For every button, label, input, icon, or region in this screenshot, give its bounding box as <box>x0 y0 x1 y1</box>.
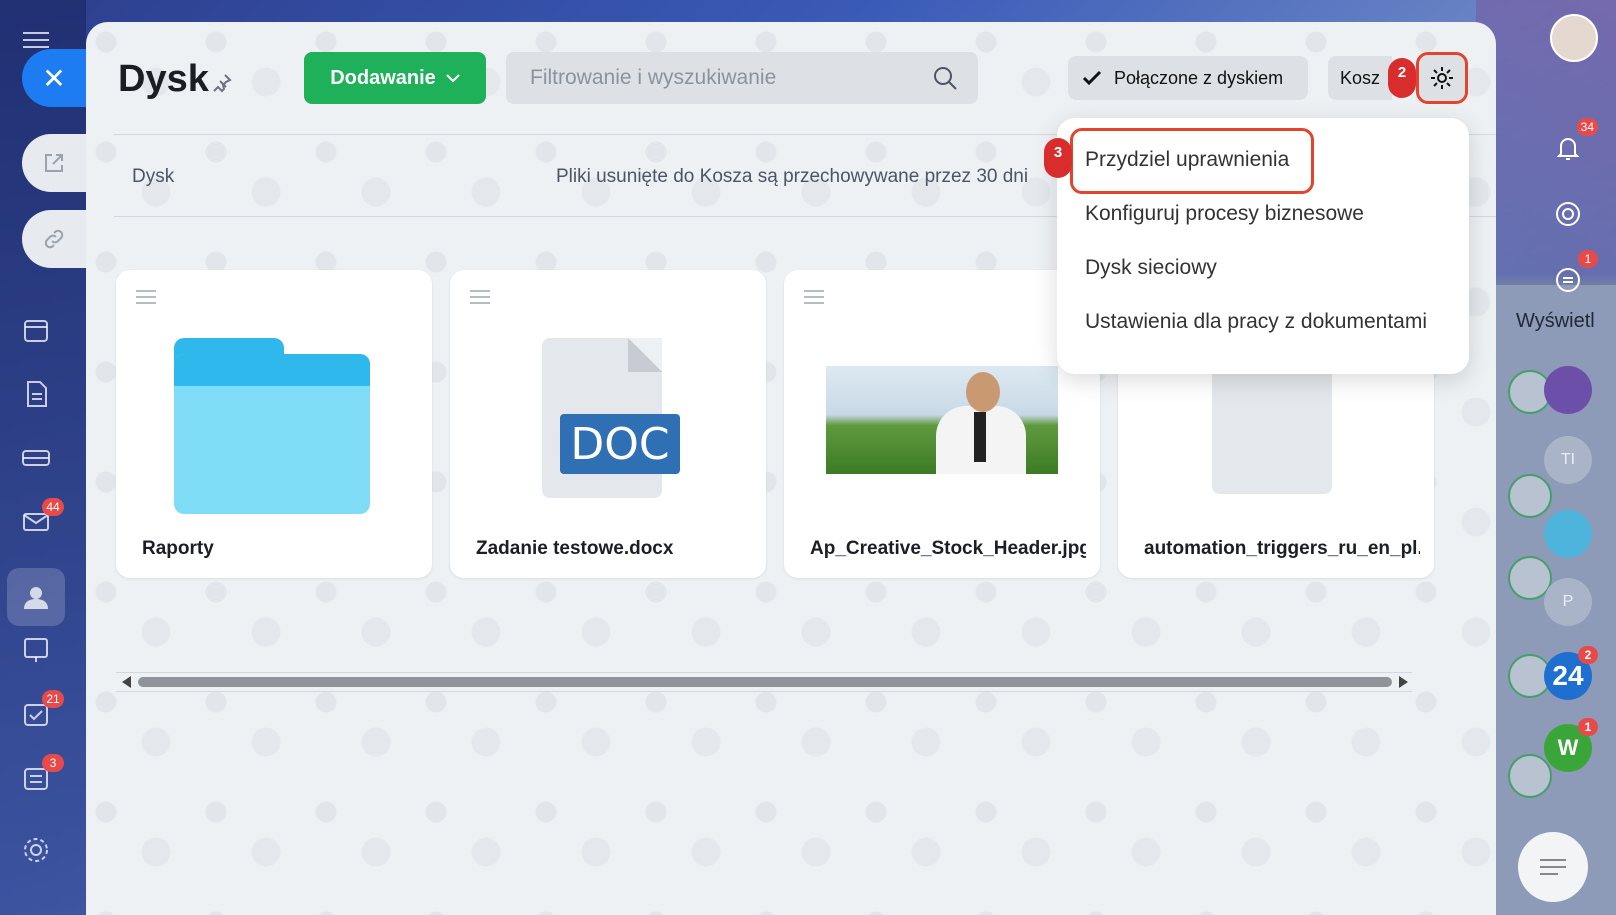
employees-icon[interactable] <box>7 568 65 626</box>
add-button[interactable]: Dodawanie <box>304 52 486 104</box>
calendar-icon[interactable] <box>18 312 54 348</box>
checkmark-icon <box>1082 70 1102 86</box>
step-3-badge: 3 <box>1044 138 1072 178</box>
user-avatar[interactable] <box>1550 14 1598 62</box>
w-badge: 1 <box>1578 718 1598 736</box>
close-slider-button[interactable]: ✕ <box>22 49 86 107</box>
bitrix24-label: 24 <box>1552 660 1584 691</box>
p-initials: P <box>1562 593 1574 610</box>
tasks-badge: 21 <box>42 690 64 708</box>
chat-list-button[interactable] <box>1518 832 1588 902</box>
settings-button[interactable] <box>1416 52 1468 104</box>
page-title: Dysk <box>118 58 209 100</box>
drive-icon[interactable] <box>18 440 54 476</box>
external-link-icon <box>45 154 63 172</box>
bitrix24-badge: 2 <box>1578 646 1598 664</box>
step-2-badge: 2 <box>1388 58 1416 98</box>
bitrix24-icon[interactable]: 24 2 <box>1544 646 1598 700</box>
feed-icon[interactable]: 3 <box>18 754 64 796</box>
right-rail: 34 1 Wyświetl TI P 24 2 W 1 <box>1476 0 1616 915</box>
scroll-left-arrow-icon[interactable] <box>122 676 131 688</box>
w-app-icon[interactable]: W 1 <box>1544 718 1598 772</box>
file-name[interactable]: Zadanie testowe.docx <box>476 538 752 560</box>
document-icon[interactable] <box>18 376 54 412</box>
menu-item-network-drive[interactable]: Dysk sieciowy <box>1085 256 1217 280</box>
contact-avatar[interactable] <box>1508 474 1552 518</box>
search-input[interactable]: Filtrowanie i wyszukiwanie <box>506 52 978 104</box>
drag-handle-icon[interactable] <box>136 290 156 309</box>
horizontal-scrollbar[interactable] <box>116 672 1412 692</box>
file-name[interactable]: Raporty <box>142 538 418 560</box>
scroll-thumb[interactable] <box>138 677 1392 687</box>
copilot-icon[interactable] <box>1544 190 1592 238</box>
file-name[interactable]: automation_triggers_ru_en_pl.... <box>1144 538 1420 560</box>
breadcrumb[interactable]: Dysk <box>132 166 174 188</box>
file-card-doc[interactable]: DOC Zadanie testowe.docx <box>450 270 766 578</box>
gear-icon <box>1431 67 1453 89</box>
menu-highlight-frame <box>1070 128 1314 194</box>
search-icon[interactable] <box>932 65 958 91</box>
copy-link-button[interactable] <box>22 210 86 268</box>
add-button-label: Dodawanie <box>330 66 436 89</box>
trash-button[interactable]: Kosz <box>1328 56 1393 100</box>
file-card-image[interactable]: Ap_Creative_Stock_Header.jpg <box>784 270 1100 578</box>
open-in-new-window-button[interactable] <box>22 134 86 192</box>
tasks-icon[interactable]: 21 <box>18 690 64 732</box>
step-2-number: 2 <box>1397 64 1407 81</box>
drag-handle-icon[interactable] <box>804 290 824 309</box>
file-name[interactable]: Ap_Creative_Stock_Header.jpg <box>810 538 1086 560</box>
list-icon <box>1540 859 1566 875</box>
notifications-badge: 34 <box>1576 118 1598 136</box>
close-icon: ✕ <box>42 62 66 94</box>
step-3-number: 3 <box>1053 144 1063 161</box>
image-thumbnail <box>826 366 1058 474</box>
document-file-fold <box>628 338 662 372</box>
settings-gear-icon[interactable] <box>18 832 54 868</box>
chat-sync-icon[interactable]: 1 <box>1544 250 1598 304</box>
menu-item-business-processes[interactable]: Konfiguruj procesy biznesowe <box>1085 202 1364 226</box>
mail-badge: 44 <box>42 498 64 516</box>
ti-avatar[interactable]: TI <box>1544 436 1592 484</box>
sites-icon[interactable] <box>18 632 54 668</box>
thumbnail-tie <box>974 412 986 462</box>
file-card-folder[interactable]: Raporty <box>116 270 432 578</box>
w-label: W <box>1557 735 1579 760</box>
chat-bubble-icon[interactable] <box>1544 510 1592 558</box>
link-icon <box>44 229 64 249</box>
doc-type-label: DOC <box>560 414 680 474</box>
mail-icon[interactable]: 44 <box>18 498 64 540</box>
search-placeholder: Filtrowanie i wyszukiwanie <box>530 66 777 89</box>
drag-handle-icon[interactable] <box>470 290 490 309</box>
chat-badge: 1 <box>1578 250 1598 268</box>
trash-retention-info: Pliki usunięte do Kosza są przechowywane… <box>556 166 1029 187</box>
feed-badge: 3 <box>42 754 64 772</box>
scroll-right-arrow-icon[interactable] <box>1399 676 1408 688</box>
thumbnail-person-head <box>966 372 1000 412</box>
show-label: Wyświetl <box>1516 310 1595 332</box>
connected-label: Połączone z dyskiem <box>1114 67 1284 88</box>
chevron-down-icon <box>446 74 460 83</box>
folder-icon-tab <box>174 354 370 386</box>
bell-icon[interactable]: 34 <box>1544 118 1598 172</box>
group-chat-icon[interactable] <box>1544 366 1592 414</box>
pin-icon[interactable] <box>211 72 233 99</box>
ti-initials: TI <box>1560 451 1576 468</box>
p-avatar[interactable]: P <box>1544 578 1592 626</box>
menu-item-document-settings[interactable]: Ustawienia dla pracy z dokumentami <box>1085 310 1427 334</box>
connected-drive-button[interactable]: Połączone z dyskiem <box>1068 56 1308 100</box>
trash-label: Kosz <box>1340 67 1381 88</box>
contact-avatar[interactable] <box>1508 754 1552 798</box>
